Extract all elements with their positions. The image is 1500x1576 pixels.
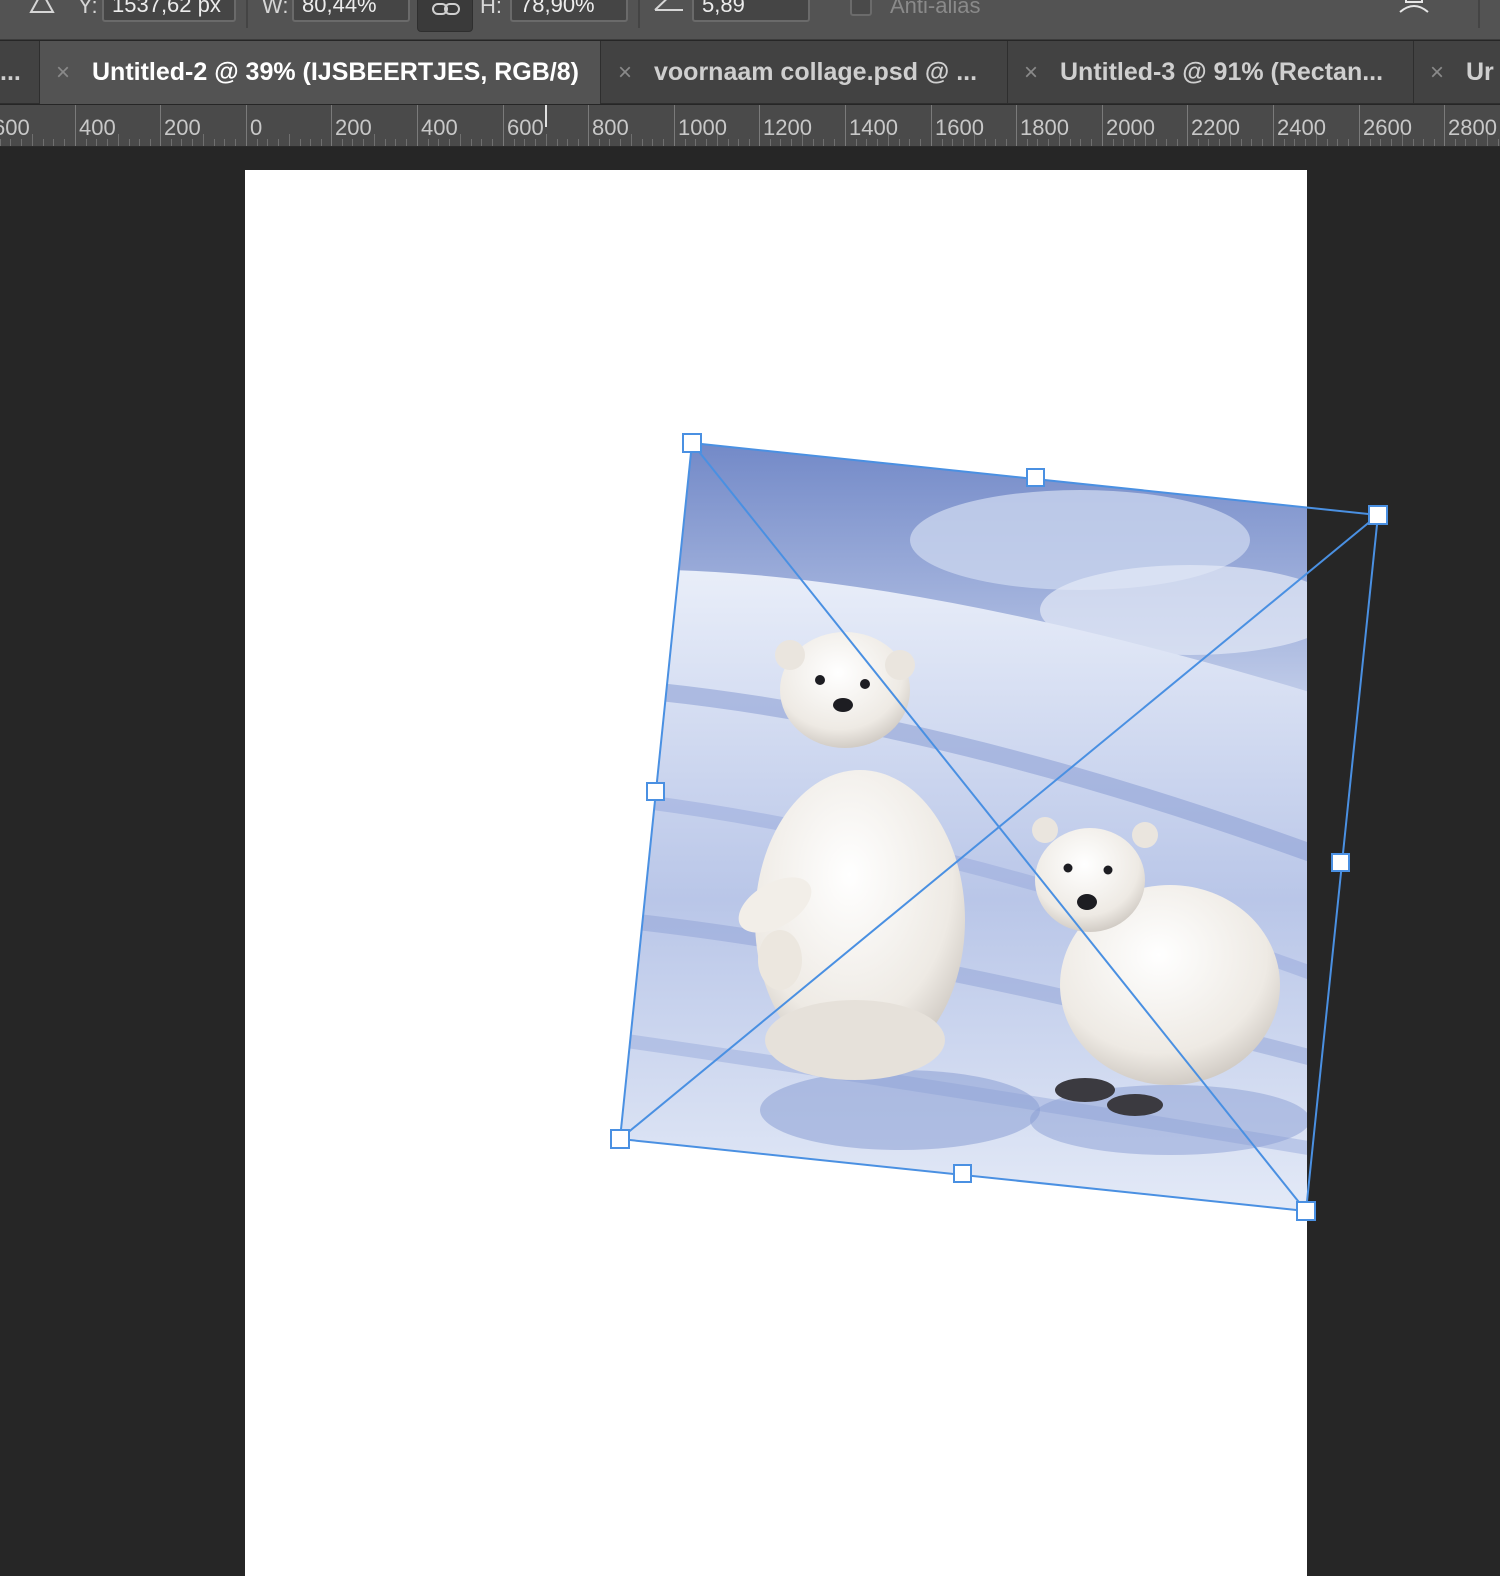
handle-bottom-left[interactable] <box>610 1129 630 1149</box>
handle-middle-left[interactable] <box>646 782 665 801</box>
transform-diagonal <box>619 514 1379 1140</box>
handle-top-left[interactable] <box>682 433 702 453</box>
handle-top-center[interactable] <box>1026 468 1045 487</box>
handle-bottom-right[interactable] <box>1296 1201 1316 1221</box>
photoshop-window: Y: 1537,62 px W: 80,44% H: 78,90% 5,89 ° <box>0 0 1500 1576</box>
handle-middle-right[interactable] <box>1331 853 1350 872</box>
handle-top-right[interactable] <box>1368 505 1388 525</box>
handle-bottom-center[interactable] <box>953 1164 972 1183</box>
free-transform-bounding-box[interactable] <box>0 0 1500 1576</box>
